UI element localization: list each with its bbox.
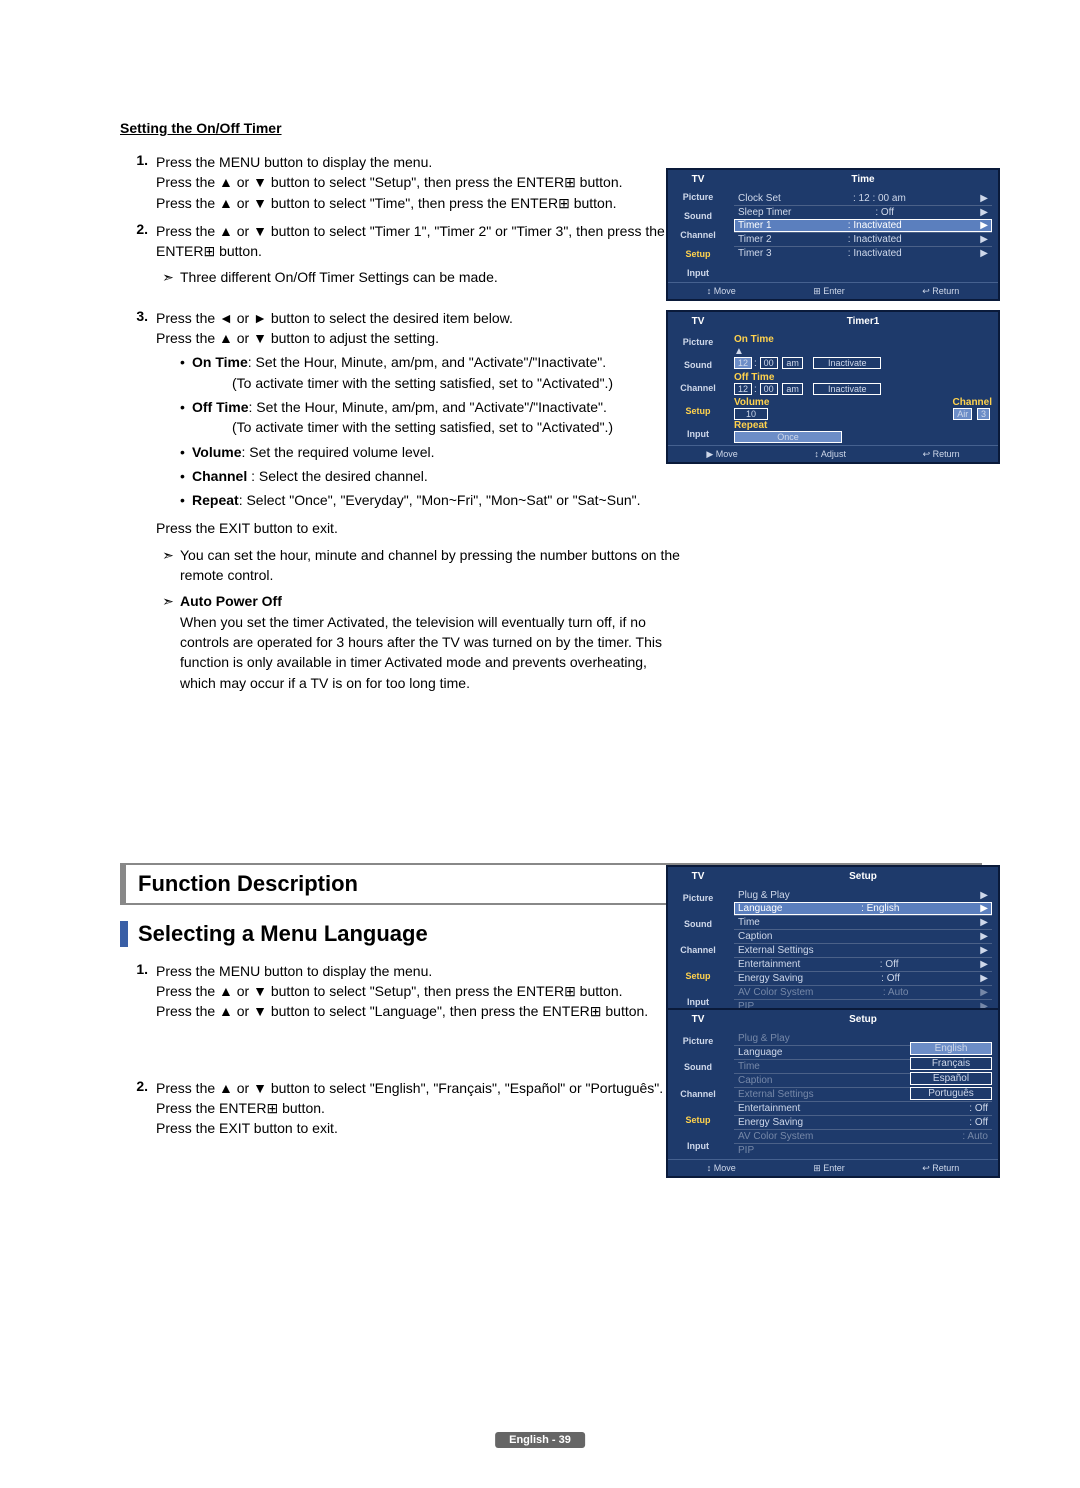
step-num: 1. [120,961,156,1022]
note-arrow-icon: ➣ [156,591,180,692]
exit-note: Press the EXIT button to exit. [156,518,680,538]
step-3: Press the ◄ or ► button to select the de… [156,308,680,511]
osd-time-menu: TVTime PictureSoundChannelSetupInput Clo… [666,168,1000,301]
step-1: Press the MENU button to display the men… [156,152,680,213]
step-num: 2. [120,1078,156,1139]
page-footer: English - 39 [495,1432,585,1448]
step-num: 3. [120,308,156,511]
note-text: You can set the hour, minute and channel… [180,545,680,586]
note-arrow-icon: ➣ [156,545,180,586]
note-arrow-icon: ➣ [156,267,180,287]
step-num: 2. [120,221,156,288]
auto-power-off: Auto Power Off When you set the timer Ac… [180,591,680,692]
osd-timer1-menu: TVTimer1 PictureSoundChannelSetupInput O… [666,310,1000,464]
lang-step-2: Press the ▲ or ▼ button to select "Engli… [156,1078,680,1139]
step-num: 1. [120,152,156,213]
section-title: Setting the On/Off Timer [120,120,1020,136]
lang-step-1: Press the MENU button to display the men… [156,961,680,1022]
osd-setup-language-dropdown: TVSetup PictureSoundChannelSetupInput Pl… [666,1008,1000,1178]
step-2: Press the ▲ or ▼ button to select "Timer… [156,221,680,288]
